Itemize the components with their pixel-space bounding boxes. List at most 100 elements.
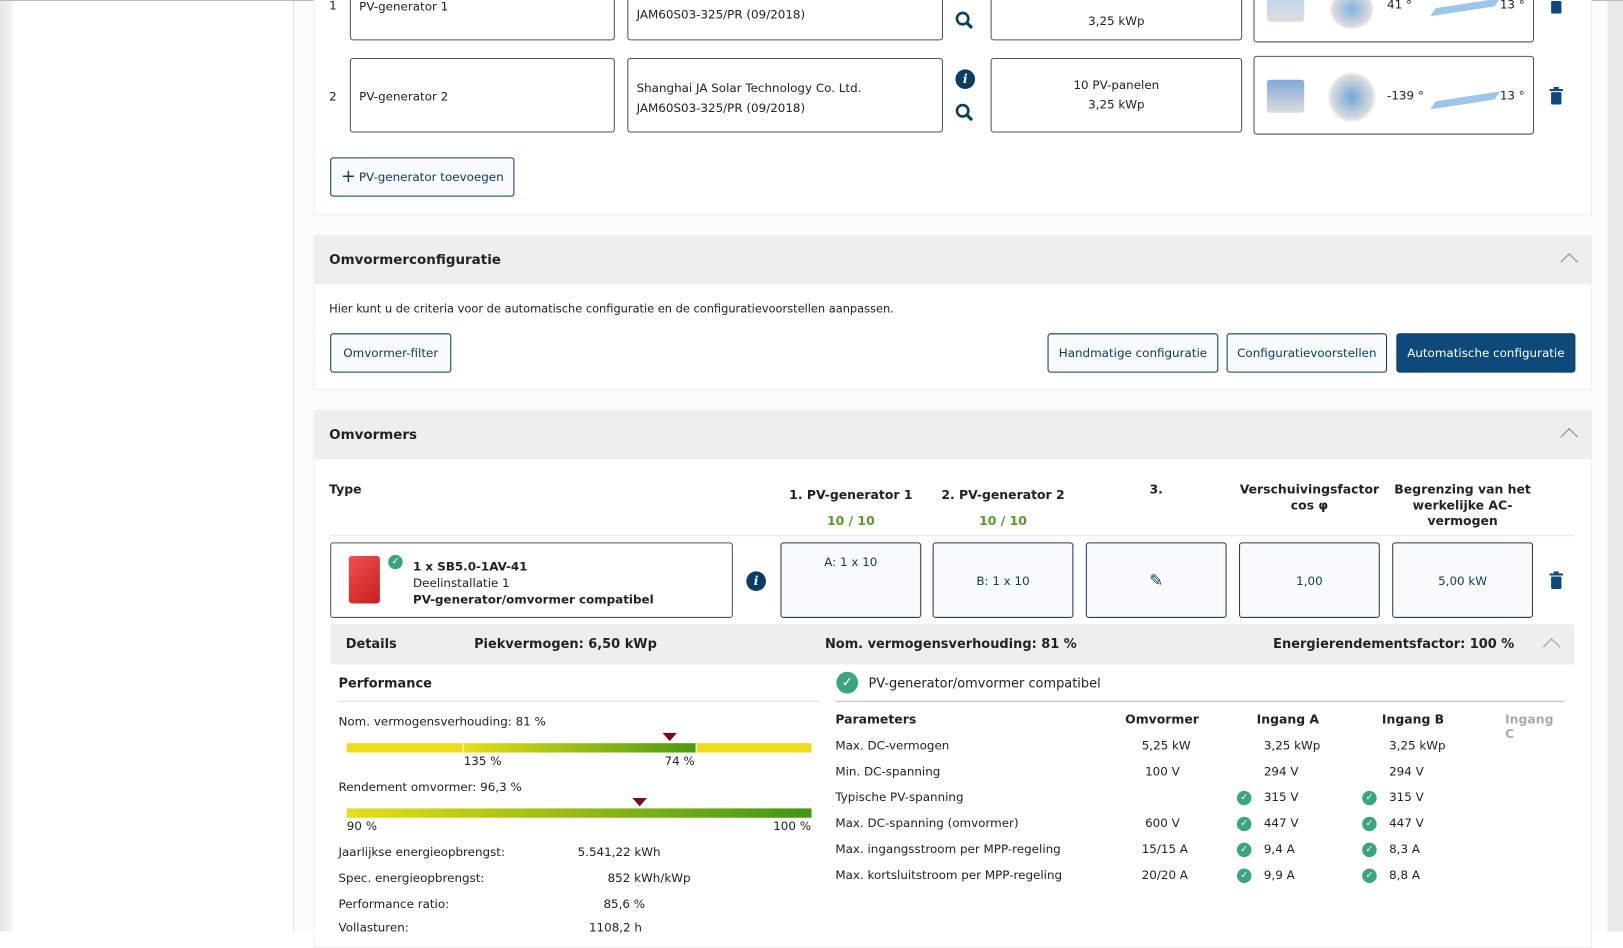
check-icon: ✓: [388, 554, 403, 570]
config-title: Omvormerconfiguratie: [329, 252, 501, 268]
generator-power: 3,25 kWp: [1088, 97, 1145, 112]
module-field[interactable]: Shanghai JA Solar Technology Co. Ltd. JAM…: [627, 57, 943, 133]
ac-limit-value: 5,00 kW: [1438, 572, 1488, 588]
efficiency-tick: 100 %: [773, 818, 812, 834]
col-cos: Verschuivingsfactor cos φ: [1239, 482, 1380, 513]
manual-config-label: Handmatige configuratie: [1058, 345, 1208, 361]
tilt-icon: [1430, 0, 1501, 17]
config-header[interactable]: Omvormerconfiguratie: [313, 234, 1592, 285]
efficiency-marker: [632, 798, 647, 807]
generator-name-field[interactable]: PV-generator 1: [349, 0, 615, 41]
generator-name-field[interactable]: PV-generator 2: [349, 57, 615, 133]
inverter-subinstallation: Deelinstallatie 1: [413, 575, 510, 591]
left-sidebar: [12, 0, 294, 932]
gen3-config[interactable]: ✎: [1085, 542, 1227, 618]
search-icon[interactable]: [954, 102, 975, 123]
config-description: Hier kunt u de criteria voor de automati…: [329, 302, 894, 316]
stat-value: 5.541,22 kWh: [577, 844, 661, 860]
module-manufacturer: Shanghai JA Solar Technology Co. Ltd.: [636, 80, 862, 96]
panels-field[interactable]: 3,25 kWp: [990, 0, 1243, 41]
compat-table: Parameters Omvormer Ingang A Ingang B In…: [835, 712, 1566, 893]
compat-row: Max. DC-spanning (omvormer) 600 V ✓ ✓ 447 …: [835, 816, 1566, 842]
check-icon: ✓: [1362, 868, 1377, 883]
ratio-tick: 135 %: [463, 753, 502, 769]
trash-icon[interactable]: [1549, 571, 1565, 590]
compass-icon: [1329, 0, 1375, 31]
col-input-a: Ingang A: [1256, 712, 1320, 727]
plus-icon: +: [340, 166, 356, 188]
col-gen1: 1. PV-generator 1 10 / 10: [780, 482, 921, 534]
manual-config-button[interactable]: Handmatige configuratie: [1047, 333, 1219, 373]
inverters-title: Omvormers: [329, 426, 418, 443]
auto-config-button[interactable]: Automatische configuratie: [1396, 333, 1576, 373]
divider: [338, 700, 820, 702]
input-b-value: 3,25 kWp: [1389, 738, 1446, 753]
check-icon: ✓: [836, 671, 859, 694]
divider: [330, 535, 1575, 537]
module-name: JAM60S03-325/PR (09/2018): [636, 100, 806, 115]
details-label: Details: [345, 635, 397, 652]
ratio-bar-high: [696, 743, 812, 753]
compass-icon: [1326, 71, 1377, 124]
azimuth: 41 °: [1387, 0, 1412, 12]
tilt-icon: [1430, 91, 1501, 110]
tilt: 13 °: [1499, 87, 1525, 103]
module-field[interactable]: JAM60S03-325/PR (09/2018): [627, 0, 943, 41]
input-a-value: 315 V: [1263, 789, 1299, 805]
add-generator-button[interactable]: + PV-generator toevoegen: [330, 157, 515, 197]
input-a-value: 9,9 A: [1263, 867, 1295, 882]
inverter-value: 20/20 A: [1141, 867, 1188, 882]
azimuth: -139 °: [1387, 87, 1424, 103]
generator-index: 2: [329, 89, 337, 104]
config-proposals-button[interactable]: Configuratievoorstellen: [1226, 333, 1388, 373]
inverters-header[interactable]: Omvormers: [313, 409, 1592, 460]
info-icon[interactable]: i: [746, 571, 766, 592]
ac-limit-field[interactable]: 5,00 kW: [1392, 542, 1533, 618]
inverter-filter-button[interactable]: Omvormer-filter: [330, 333, 452, 373]
check-icon: ✓: [1362, 842, 1377, 858]
window-gutter: [0, 0, 13, 932]
tilt: 13 °: [1499, 0, 1525, 12]
param-name: Max. DC-spanning (omvormer): [835, 815, 1019, 831]
input-a-value: 9,4 A: [1263, 841, 1295, 857]
panels-field[interactable]: 10 PV-panelen 3,25 kWp: [990, 57, 1243, 133]
compat-row: Max. DC-vermogen 5,25 kW 3,25 kWp 3,25 k…: [835, 738, 1566, 764]
auto-config-label: Automatische configuratie: [1407, 345, 1565, 361]
nominal-ratio: Nom. vermogensverhouding: 81 %: [824, 635, 1077, 652]
search-icon[interactable]: [954, 10, 975, 31]
house-icon: [1266, 0, 1305, 22]
performance-title: Performance: [338, 674, 432, 691]
ratio-label: Nom. vermogensverhouding: 81 %: [338, 714, 546, 729]
param-name: Typische PV-spanning: [835, 789, 964, 805]
generator-name: PV-generator 2: [359, 89, 449, 104]
stat-label: Jaarlijkse energieopbrengst:: [338, 844, 505, 860]
pencil-icon: ✎: [1149, 570, 1164, 591]
inverter-filter-label: Omvormer-filter: [343, 345, 439, 361]
inverter-value: 5,25 kW: [1141, 738, 1191, 753]
col-inverter: Omvormer: [1125, 712, 1199, 727]
trash-icon[interactable]: [1549, 86, 1565, 106]
scrollbar[interactable]: [1607, 0, 1623, 932]
col-gen1-label: 1. PV-generator 1: [789, 487, 913, 503]
inverter-card[interactable]: ✓ 1 x SB5.0-1AV-41 Deelinstallatie 1 PV-…: [330, 542, 733, 618]
cos-phi-field[interactable]: 1,00: [1239, 542, 1380, 618]
col-gen2-count: 10 / 10: [979, 513, 1027, 528]
gen1-config[interactable]: A: 1 x 10: [780, 542, 922, 618]
add-generator-label: PV-generator toevoegen: [358, 169, 504, 185]
input-a-value: 3,25 kWp: [1263, 738, 1321, 753]
input-b-value: 8,8 A: [1389, 867, 1420, 882]
check-icon: ✓: [1236, 816, 1252, 832]
ratio-bar-optimal: [463, 743, 696, 753]
input-b-value: 447 V: [1389, 815, 1424, 831]
ratio-marker: [662, 732, 677, 742]
generator-name: PV-generator 1: [359, 0, 449, 14]
input-b-value: 315 V: [1389, 789, 1424, 805]
orientation-field[interactable]: 41 ° 13 °: [1253, 0, 1535, 43]
ratio-bar-low: [346, 743, 463, 753]
trash-icon[interactable]: [1549, 0, 1565, 14]
col-input-b: Ingang B: [1381, 712, 1445, 727]
compat-row: Min. DC-spanning 100 V 294 V 294 V: [835, 764, 1566, 790]
info-icon[interactable]: i: [955, 69, 976, 90]
orientation-field[interactable]: -139 ° 13 °: [1253, 55, 1535, 135]
gen2-config[interactable]: B: 1 x 10: [932, 542, 1074, 618]
